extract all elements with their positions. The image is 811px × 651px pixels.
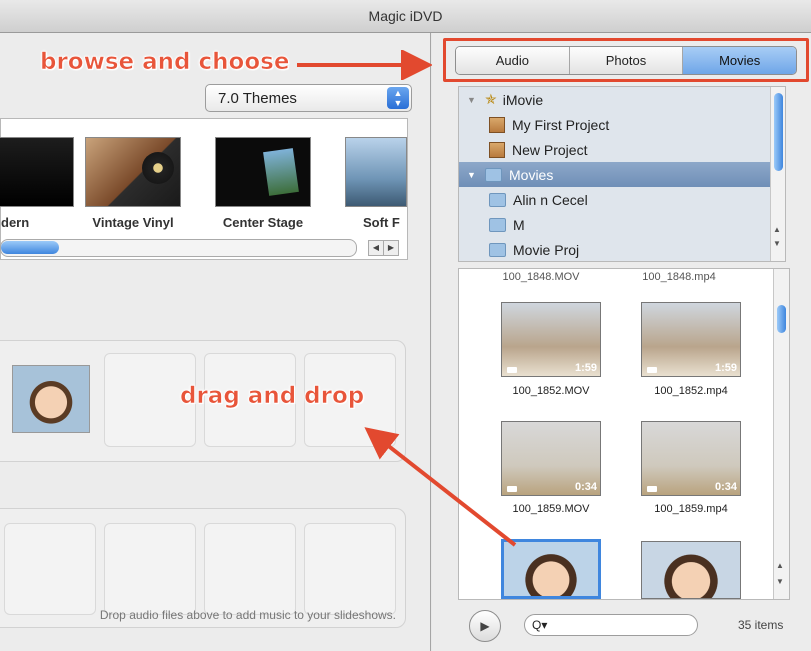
tab-movies[interactable]: Movies — [683, 47, 796, 74]
media-item-100-1852-mov[interactable]: 1:59 — [501, 302, 601, 377]
source-list-scrollbar[interactable]: ▲ ▼ — [770, 87, 785, 261]
source-item-m[interactable]: M — [459, 212, 785, 237]
annotation-arrow-right-icon — [297, 50, 433, 80]
disclosure-triangle-icon[interactable]: ▼ — [459, 95, 481, 105]
media-grid-scrollbar[interactable]: ▲ ▼ — [773, 269, 789, 599]
window-title: Magic iDVD — [368, 8, 443, 24]
video-camera-icon — [647, 367, 657, 373]
source-item-alin-n-cecel[interactable]: Alin n Cecel — [459, 187, 785, 212]
media-item-100-1859-mp4[interactable]: 0:34 — [641, 421, 741, 496]
media-duration: 0:34 — [714, 481, 737, 493]
annotation-browse: browse and choose — [40, 49, 290, 76]
scrollbar-thumb[interactable] — [1, 241, 59, 254]
folder-icon — [489, 217, 506, 232]
scroll-down-icon[interactable]: ▼ — [776, 577, 784, 586]
drop-hint-text: Drop audio files above to add music to y… — [99, 608, 396, 622]
drop-slot[interactable] — [104, 523, 196, 615]
source-item-label: New Project — [512, 141, 588, 158]
media-label: 100_1852.mp4 — [654, 385, 728, 397]
source-item-movie-proj[interactable]: Movie Proj — [459, 237, 785, 261]
media-item-100-1852-mp4[interactable]: 1:59 — [641, 302, 741, 377]
theme-horizontal-scrollbar[interactable] — [0, 239, 357, 257]
video-camera-icon — [507, 367, 517, 373]
media-label-partial: 100_1848.mp4 — [642, 271, 716, 283]
theme-label-soft: Soft F — [363, 215, 400, 230]
annotation-arrow-drag-icon — [364, 427, 517, 547]
source-item-label: Movie Proj — [513, 241, 580, 258]
theme-thumbnail-soft[interactable] — [345, 137, 407, 207]
scrollbar-thumb[interactable] — [777, 305, 786, 333]
select-arrows-icon: ▲ ▼ — [387, 87, 409, 109]
media-label: 100_1859.mp4 — [654, 503, 728, 515]
source-item-new-project[interactable]: New Project — [459, 137, 785, 162]
folder-icon — [489, 192, 506, 207]
window-titlebar: Magic iDVD — [0, 0, 811, 33]
play-button[interactable]: ▶ — [469, 610, 501, 642]
media-item[interactable] — [641, 541, 741, 599]
media-duration: 1:59 — [574, 362, 597, 374]
source-item-my-first-project[interactable]: My First Project — [459, 112, 785, 137]
theme-label-modern: dern — [1, 215, 30, 230]
media-label-partial: 100_1848.MOV — [502, 271, 580, 283]
source-item-label: iMovie — [502, 91, 544, 108]
source-item-label: Alin n Cecel — [513, 191, 588, 208]
scroll-right-icon[interactable]: ▶ — [383, 240, 399, 256]
project-icon — [489, 141, 505, 158]
source-item-label: M — [513, 216, 525, 233]
media-duration: 0:34 — [574, 481, 597, 493]
media-type-tabs: Audio Photos Movies — [455, 46, 797, 75]
theme-thumbnail-center-stage[interactable] — [215, 137, 311, 207]
item-count: 35 items — [738, 618, 784, 632]
source-item-imovie[interactable]: ▼ ✯ iMovie — [459, 87, 785, 112]
tab-photos[interactable]: Photos — [569, 47, 684, 74]
play-icon: ▶ — [480, 619, 490, 633]
source-item-label: Movies — [509, 166, 554, 183]
scrollbar-thumb[interactable] — [774, 93, 783, 171]
project-icon — [489, 116, 505, 133]
folder-icon — [485, 167, 502, 182]
theme-thumbnail-modern[interactable] — [0, 137, 74, 207]
scroll-down-icon[interactable]: ▼ — [773, 239, 781, 248]
theme-label-vintage-vinyl: Vintage Vinyl — [92, 215, 174, 230]
disclosure-triangle-icon[interactable]: ▼ — [459, 170, 481, 180]
source-item-movies[interactable]: ▼ Movies — [459, 162, 785, 187]
star-icon: ✯ — [485, 91, 497, 107]
dropped-photo[interactable] — [12, 365, 90, 433]
folder-icon — [489, 242, 506, 257]
annotation-drag: drag and drop — [180, 383, 365, 410]
media-label: 100_1852.MOV — [512, 385, 590, 397]
media-duration: 1:59 — [714, 362, 737, 374]
tab-audio[interactable]: Audio — [456, 47, 570, 74]
theme-thumbnail-vintage-vinyl[interactable] — [85, 137, 181, 207]
search-field[interactable]: Q▾ — [524, 614, 698, 636]
theme-label-center-stage: Center Stage — [222, 215, 304, 230]
scroll-up-icon[interactable]: ▲ — [773, 225, 781, 234]
search-icon: Q▾ — [532, 618, 548, 632]
scroll-up-icon[interactable]: ▲ — [776, 561, 784, 570]
video-camera-icon — [647, 486, 657, 492]
source-list: ▼ ✯ iMovie My First Project New Project … — [458, 86, 786, 262]
theme-family-value: 7.0 Themes — [218, 89, 297, 107]
theme-family-select[interactable]: 7.0 Themes ▲ ▼ — [205, 84, 412, 112]
source-item-label: My First Project — [512, 116, 610, 133]
drop-slot[interactable] — [204, 523, 296, 615]
drop-slot[interactable] — [4, 523, 96, 615]
scroll-left-icon[interactable]: ◀ — [368, 240, 384, 256]
